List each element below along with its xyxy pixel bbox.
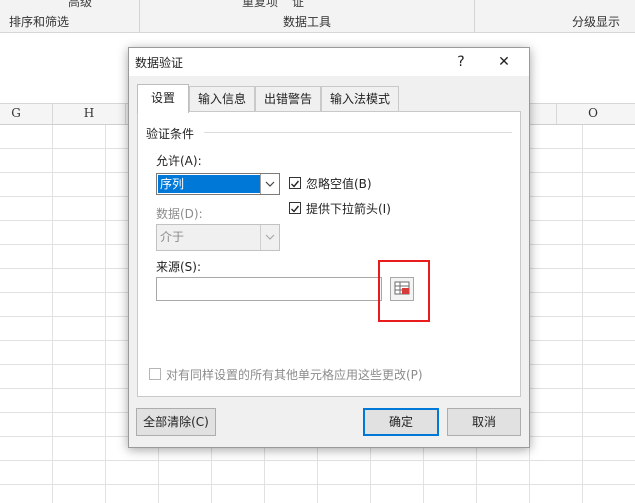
cancel-button[interactable]: 取消 xyxy=(447,408,521,436)
data-select: 介于 xyxy=(156,224,280,251)
ribbon-advanced-label[interactable]: 高级 xyxy=(68,0,92,10)
ribbon: 高级 重复项 证 排序和筛选 数据工具 分级显示 xyxy=(0,0,635,33)
dialog-titlebar: 数据验证 ? ✕ xyxy=(129,48,529,76)
settings-panel: 验证条件 允许(A): 序列 忽略空值(B) 提供下拉箭头(I) 数据(D): … xyxy=(137,111,521,397)
ignore-blank-checkbox[interactable] xyxy=(289,177,301,189)
chevron-down-icon[interactable] xyxy=(260,174,279,194)
allow-select-value: 序列 xyxy=(158,175,260,193)
group-sort-filter: 排序和筛选 xyxy=(9,15,70,29)
tab-settings[interactable]: 设置 xyxy=(137,84,189,113)
group-data-tools: 数据工具 xyxy=(283,15,332,29)
help-button[interactable]: ? xyxy=(446,50,476,74)
chevron-down-icon-disabled xyxy=(260,225,279,250)
data-validation-dialog: 数据验证 ? ✕ 设置 输入信息 出错警告 输入法模式 验证条件 允许(A): … xyxy=(128,47,530,448)
column-header-o[interactable]: O xyxy=(583,106,603,120)
allow-label: 允许(A): xyxy=(156,154,202,168)
apply-all-checkbox xyxy=(149,368,161,380)
data-label: 数据(D): xyxy=(156,207,203,221)
dropdown-arrow-label[interactable]: 提供下拉箭头(I) xyxy=(306,200,391,217)
dropdown-arrow-checkbox[interactable] xyxy=(289,202,301,214)
group-outline: 分级显示 xyxy=(572,15,621,29)
column-header-h[interactable]: H xyxy=(79,106,99,120)
source-input[interactable] xyxy=(156,277,382,301)
section-divider xyxy=(204,132,512,133)
section-title: 验证条件 xyxy=(146,127,195,141)
highlight-box xyxy=(378,260,430,322)
ignore-blank-label[interactable]: 忽略空值(B) xyxy=(306,175,372,192)
allow-select[interactable]: 序列 xyxy=(156,173,280,195)
ok-button[interactable]: 确定 xyxy=(363,408,439,436)
apply-all-label: 对有同样设置的所有其他单元格应用这些更改(P) xyxy=(166,368,423,382)
column-header-g[interactable]: G xyxy=(6,106,26,120)
dialog-title: 数据验证 xyxy=(135,56,184,70)
source-label: 来源(S): xyxy=(156,260,202,274)
tab-error-alert[interactable]: 出错警告 xyxy=(255,86,321,111)
data-select-value: 介于 xyxy=(160,230,185,244)
ribbon-duplicates-label[interactable]: 重复项 xyxy=(242,0,278,10)
tab-ime-mode[interactable]: 输入法模式 xyxy=(321,86,399,111)
close-icon[interactable]: ✕ xyxy=(489,50,519,74)
clear-all-button[interactable]: 全部清除(C) xyxy=(136,408,216,436)
ribbon-validation-label[interactable]: 证 xyxy=(292,0,304,10)
tab-input-message[interactable]: 输入信息 xyxy=(189,86,255,111)
